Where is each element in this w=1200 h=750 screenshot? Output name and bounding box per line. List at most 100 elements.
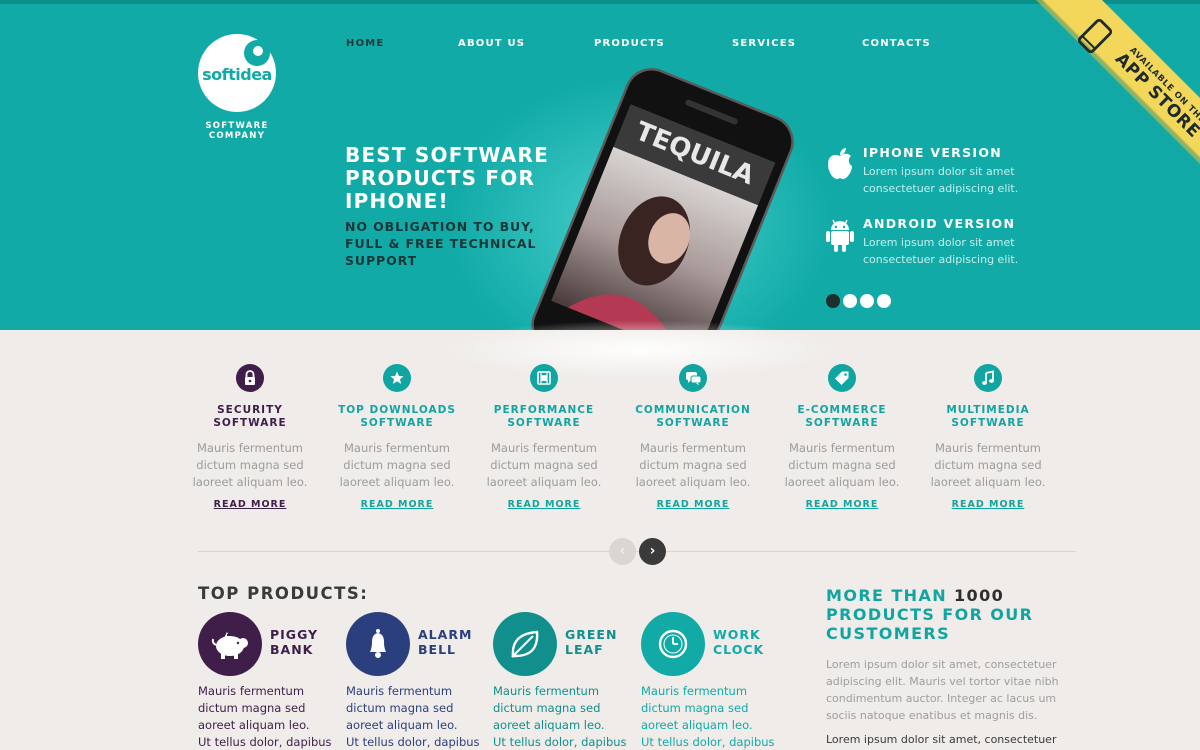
customers-desc-line3: condimentum auctor. Integer ac lacus um [826,692,1057,705]
tag-icon [828,364,856,392]
product-name-line2[interactable]: BELL [418,642,488,657]
feature-desc-line3: laoreet aliquam leo. [784,475,900,489]
read-more-link[interactable]: READ MORE [175,499,325,510]
product-name-line2[interactable]: BANK [270,642,340,657]
product-desc-line3: aoreet aliquam leo. [346,718,458,732]
product-desc: Mauris fermentum dictum magna sed aoreet… [493,683,638,750]
feature-desc-line1: Mauris fermentum [934,441,1042,455]
product-name-line1[interactable]: GREEN [565,627,635,642]
feature-title-line2: SOFTWARE [805,417,879,429]
feature-title: MULTIMEDIA SOFTWARE [913,404,1063,430]
feature-desc-line3: laoreet aliquam leo. [930,475,1046,489]
product-name-line2[interactable]: CLOCK [713,642,783,657]
lock-icon [236,364,264,392]
feature-desc-line1: Mauris fermentum [196,441,304,455]
feature-title-line1: COMMUNICATION [635,404,751,416]
feature-title-line1: SECURITY [217,404,283,416]
product-desc-line2: dictum magna sed [198,701,306,715]
star-icon [383,364,411,392]
product-name-line1[interactable]: ALARM [418,627,488,642]
product-name[interactable]: GREEN LEAF [565,627,635,657]
feature-title-line1: E-COMMERCE [797,404,887,416]
product-desc-line2: dictum magna sed [346,701,454,715]
feature-desc-line2: dictum magna sed [490,458,598,472]
feature-desc-line2: dictum magna sed [343,458,451,472]
feature-desc: Mauris fermentum dictum magna sed laoree… [913,440,1063,491]
product-name-line1[interactable]: WORK [713,627,783,642]
product-desc-line1: Mauris fermentum [198,684,305,698]
read-more-link[interactable]: READ MORE [913,499,1063,510]
feature-desc-line2: dictum magna sed [934,458,1042,472]
feature-desc-line2: dictum magna sed [639,458,747,472]
feature-desc: Mauris fermentum dictum magna sed laoree… [322,440,472,491]
feature-desc-line1: Mauris fermentum [490,441,598,455]
product-desc: Mauris fermentum dictum magna sed aoreet… [346,683,491,750]
product-name-line2[interactable]: LEAF [565,642,635,657]
product-desc: Mauris fermentum dictum magna sed aoreet… [198,683,343,750]
product-name[interactable]: PIGGY BANK [270,627,340,657]
customers-title: MORE THAN 1000 PRODUCTS FOR OUR CUSTOMER… [826,586,1076,643]
feature-title: SECURITY SOFTWARE [175,404,325,430]
feature-title-line2: SOFTWARE [213,417,287,429]
feature-title: COMMUNICATION SOFTWARE [618,404,768,430]
app-store-ribbon[interactable] [0,0,1200,330]
customers-desc-line1: Lorem ipsum dolor sit amet, consectetuer [826,658,1057,671]
top-products-title: TOP PRODUCTS: [198,584,369,603]
read-more-link[interactable]: READ MORE [767,499,917,510]
customers-title-line3: CUSTOMERS [826,624,951,643]
feature-title-line2: SOFTWARE [656,417,730,429]
feature-desc: Mauris fermentum dictum magna sed laoree… [618,440,768,491]
product-name-line1[interactable]: PIGGY [270,627,340,642]
customers-desc-2: Lorem ipsum dolor sit amet, consectetuer [826,733,1057,746]
customers-title-line2: PRODUCTS FOR OUR [826,605,1034,624]
product-desc: Mauris fermentum dictum magna sed aoreet… [641,683,786,750]
carousel-next-button[interactable]: › [639,538,666,565]
feature-desc-line2: dictum magna sed [788,458,896,472]
feature-title-line2: SOFTWARE [360,417,434,429]
feature-title-line1: TOP DOWNLOADS [338,404,456,416]
clock-icon[interactable] [641,612,705,676]
product-desc-line4: Ut tellus dolor, dapibus [198,735,332,749]
product-desc-line4: Ut tellus dolor, dapibus [493,735,627,749]
customers-title-line1: MORE THAN 1000 [826,586,1076,605]
feature-desc-line3: laoreet aliquam leo. [635,475,751,489]
customers-desc-line2: adipiscing elit. Mauris vel tortor vitae… [826,675,1059,688]
music-icon [974,364,1002,392]
chat-icon [679,364,707,392]
bell-icon[interactable] [346,612,410,676]
read-more-link[interactable]: READ MORE [322,499,472,510]
feature-title: E-COMMERCE SOFTWARE [767,404,917,430]
feature-desc-line1: Mauris fermentum [788,441,896,455]
carousel-prev-button[interactable]: ‹ [609,538,636,565]
product-desc-line4: Ut tellus dolor, dapibus [641,735,775,749]
feature-title: TOP DOWNLOADS SOFTWARE [322,404,472,430]
feature-desc: Mauris fermentum dictum magna sed laoree… [469,440,619,491]
feature-title: PERFORMANCE SOFTWARE [469,404,619,430]
feature-title-line1: MULTIMEDIA [946,404,1030,416]
read-more-link[interactable]: READ MORE [469,499,619,510]
customers-title-prefix: MORE THAN [826,586,948,605]
feature-desc: Mauris fermentum dictum magna sed laoree… [767,440,917,491]
product-desc-line2: dictum magna sed [493,701,601,715]
product-desc-line3: aoreet aliquam leo. [641,718,753,732]
product-name[interactable]: ALARM BELL [418,627,488,657]
leaf-icon[interactable] [493,612,557,676]
read-more-link[interactable]: READ MORE [618,499,768,510]
feature-desc-line2: dictum magna sed [196,458,304,472]
customers-desc: Lorem ipsum dolor sit amet, consectetuer… [826,656,1076,724]
feature-desc-line1: Mauris fermentum [639,441,747,455]
film-icon [530,364,558,392]
piggy-bank-icon[interactable] [198,612,262,676]
feature-title-line2: SOFTWARE [507,417,581,429]
feature-desc-line3: laoreet aliquam leo. [486,475,602,489]
product-desc-line1: Mauris fermentum [493,684,600,698]
product-name[interactable]: WORK CLOCK [713,627,783,657]
product-desc-line3: aoreet aliquam leo. [198,718,310,732]
customers-desc-line4: sociis natoque enatibus et magnis dis. [826,709,1038,722]
feature-title-line1: PERFORMANCE [493,404,595,416]
feature-desc-line3: laoreet aliquam leo. [192,475,308,489]
product-desc-line1: Mauris fermentum [346,684,453,698]
feature-desc-line1: Mauris fermentum [343,441,451,455]
product-desc-line1: Mauris fermentum [641,684,748,698]
hero-shine [440,320,840,380]
